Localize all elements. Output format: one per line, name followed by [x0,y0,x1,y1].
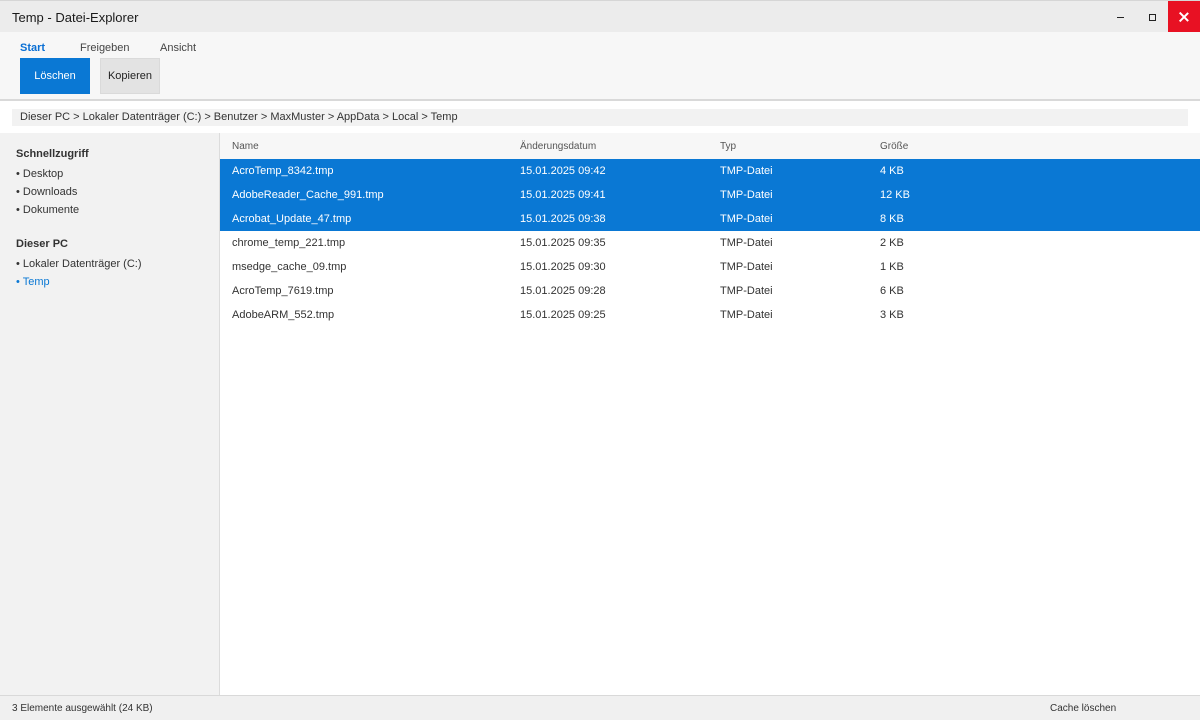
maximize-button[interactable] [1136,1,1168,33]
file-size: 4 KB [880,165,904,177]
file-type: TMP-Datei [720,261,773,273]
close-button[interactable] [1168,1,1200,33]
maximize-icon [1148,13,1156,21]
minimize-button[interactable] [1104,1,1136,33]
file-row[interactable]: AdobeReader_Cache_991.tmp 15.01.2025 09:4… [220,183,1200,207]
file-type: TMP-Datei [720,285,773,297]
column-header-size[interactable]: Größe [880,141,908,152]
file-name: msedge_cache_09.tmp [232,261,347,273]
column-header-date[interactable]: Änderungsdatum [520,141,596,152]
selection-status: 3 Elemente ausgewählt (24 KB) [12,703,153,714]
file-row[interactable]: chrome_temp_221.tmp 15.01.2025 09:35 TMP-D… [220,231,1200,255]
explorer-window: Temp - Datei-Explorer Start Freigeben An… [0,0,1200,720]
status-bar: 3 Elemente ausgewählt (24 KB) Cache lösc… [0,695,1200,720]
ribbon: Start Freigeben Ansicht Löschen Kopieren [0,32,1200,101]
file-type: TMP-Datei [720,213,773,225]
minimize-icon [1116,16,1124,18]
file-size: 8 KB [880,213,904,225]
file-date: 15.01.2025 09:28 [520,285,606,297]
copy-button[interactable]: Kopieren [100,58,160,94]
file-row[interactable]: AcroTemp_8342.tmp 15.01.2025 09:42 TMP-Dat… [220,159,1200,183]
sidebar-item-desktop[interactable]: • Desktop [16,168,63,180]
list-header: Name Änderungsdatum Typ Größe [220,133,1200,159]
sidebar-item-local-disk[interactable]: • Lokaler Datenträger (C:) [16,258,142,270]
file-row[interactable]: msedge_cache_09.tmp 15.01.2025 09:30 TMP-D… [220,255,1200,279]
navigation-pane: Schnellzugriff • Desktop • Downloads • D… [0,133,220,695]
file-list: Name Änderungsdatum Typ Größe AcroTemp_8… [220,133,1200,695]
this-pc-heading: Dieser PC [16,238,68,250]
clear-cache-button[interactable]: Cache löschen [1050,703,1116,714]
address-bar[interactable]: Dieser PC > Lokaler Datenträger (C:) > B… [12,109,1188,126]
file-size: 12 KB [880,189,910,201]
file-type: TMP-Datei [720,309,773,321]
file-name: chrome_temp_221.tmp [232,237,346,249]
file-size: 2 KB [880,237,904,249]
column-header-type[interactable]: Typ [720,141,736,152]
file-size: 1 KB [880,261,904,273]
file-name: AcroTemp_8342.tmp [232,165,334,177]
window-title: Temp - Datei-Explorer [12,10,139,25]
file-name: AdobeARM_552.tmp [232,309,335,321]
file-size: 6 KB [880,285,904,297]
file-row[interactable]: Acrobat_Update_47.tmp 15.01.2025 09:38 TMP… [220,207,1200,231]
file-row[interactable]: AdobeARM_552.tmp 15.01.2025 09:25 TMP-Date… [220,303,1200,327]
file-name: AdobeReader_Cache_991.tmp [232,189,384,201]
file-size: 3 KB [880,309,904,321]
tab-start[interactable]: Start [20,42,45,54]
close-icon [1179,12,1189,22]
sidebar-item-documents[interactable]: • Dokumente [16,204,79,216]
file-date: 15.01.2025 09:30 [520,261,606,273]
column-header-name[interactable]: Name [232,141,259,152]
sidebar-item-temp[interactable]: • Temp [16,276,50,288]
file-type: TMP-Datei [720,237,773,249]
file-name: Acrobat_Update_47.tmp [232,213,352,225]
tab-share[interactable]: Freigeben [80,42,130,54]
file-date: 15.01.2025 09:35 [520,237,606,249]
file-date: 15.01.2025 09:41 [520,189,606,201]
file-date: 15.01.2025 09:38 [520,213,606,225]
tab-view[interactable]: Ansicht [160,42,196,54]
file-name: AcroTemp_7619.tmp [232,285,334,297]
file-type: TMP-Datei [720,189,773,201]
file-date: 15.01.2025 09:42 [520,165,606,177]
quick-access-heading: Schnellzugriff [16,148,89,160]
title-bar: Temp - Datei-Explorer [0,0,1200,33]
sidebar-item-downloads[interactable]: • Downloads [16,186,77,198]
file-row[interactable]: AcroTemp_7619.tmp 15.01.2025 09:28 TMP-Dat… [220,279,1200,303]
file-date: 15.01.2025 09:25 [520,309,606,321]
file-type: TMP-Datei [720,165,773,177]
delete-button[interactable]: Löschen [20,58,90,94]
